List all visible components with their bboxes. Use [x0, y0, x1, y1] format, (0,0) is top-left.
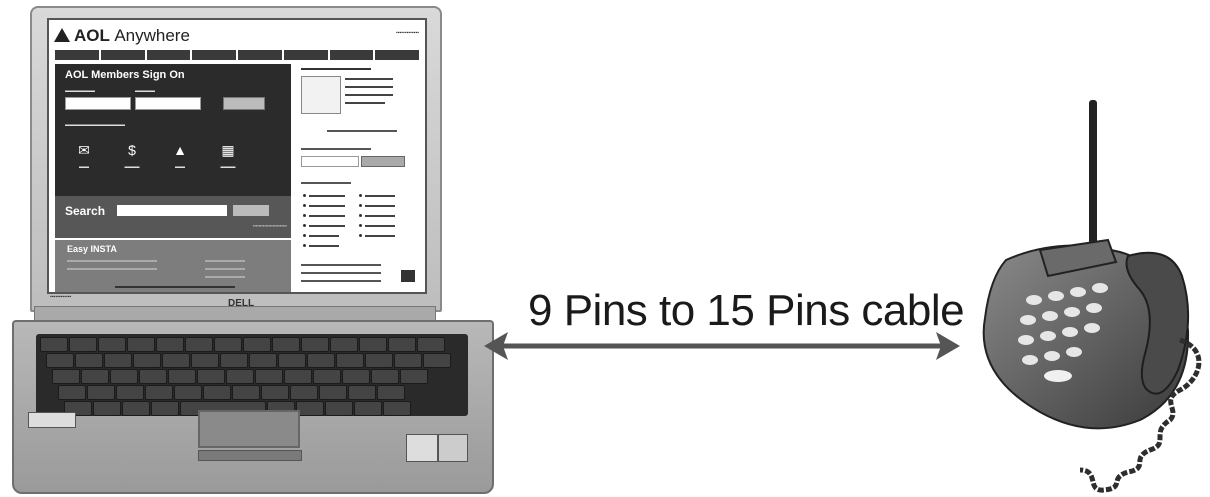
phone-key	[1070, 287, 1086, 297]
cordless-phone	[982, 100, 1202, 493]
phone-key	[1064, 307, 1080, 317]
antenna-icon	[1089, 100, 1097, 256]
antenna	[1089, 100, 1097, 256]
phone-key	[1066, 347, 1082, 357]
phone-key	[1092, 283, 1108, 293]
phone-key	[1042, 311, 1058, 321]
phone-key	[1044, 351, 1060, 361]
phone-key	[1026, 295, 1042, 305]
phone-key	[1086, 303, 1102, 313]
phone-key-wide	[1044, 370, 1072, 382]
phone-key	[1048, 291, 1064, 301]
phone-key	[1020, 315, 1036, 325]
phone-key	[1062, 327, 1078, 337]
phone-key	[1022, 355, 1038, 365]
diagram-canvas: AOL Anywhere ▪▪▪▪▪▪▪▪▪▪▪▪▪ AOL Members S…	[0, 0, 1210, 497]
phone-key	[1018, 335, 1034, 345]
phone-key	[1040, 331, 1056, 341]
phone-key	[1084, 323, 1100, 333]
